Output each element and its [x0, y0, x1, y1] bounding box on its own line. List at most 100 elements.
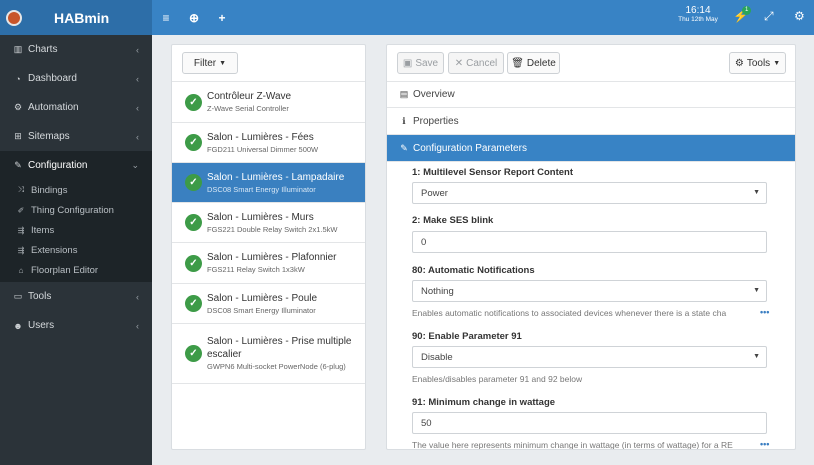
thing-name: Contrôleur Z-Wave	[207, 91, 292, 102]
chevron-left-icon: ‹	[136, 44, 139, 55]
search-icon[interactable]: ⊕	[180, 11, 208, 25]
thing-list-item[interactable]: ✓ Salon - Lumières - Plafonnier FGS211 R…	[172, 242, 365, 283]
users-icon: ☻	[13, 320, 23, 331]
dashboard-icon: ◔	[15, 73, 21, 84]
sidebar-subitem-label: Extensions	[31, 244, 78, 256]
caret-down-icon: ▼	[753, 353, 760, 360]
param-label: 91: Minimum change in wattage	[412, 397, 556, 408]
thing-list-item[interactable]: ✓ Salon - Lumières - Poule DSC08 Smart E…	[172, 283, 365, 323]
sidebar-item-sitemaps[interactable]: ⊞ Sitemaps ‹	[0, 122, 152, 151]
sidebar-subitem-bindings[interactable]: ⤨ Bindings	[0, 180, 152, 200]
check-circle-icon: ✓	[185, 93, 202, 111]
param-2-value: 0	[421, 236, 427, 248]
add-icon[interactable]: +	[208, 11, 236, 25]
thing-list-item[interactable]: ✓ Contrôleur Z-Wave Z-Wave Serial Contro…	[172, 81, 365, 122]
overview-section-header[interactable]: ▤ Overview	[387, 81, 795, 108]
param-label: 1: Multilevel Sensor Report Content	[412, 167, 573, 178]
delete-button[interactable]: 🗑 Delete	[507, 52, 560, 74]
thing-name: Salon - Lumières - Poule	[207, 292, 318, 304]
ellipsis-more-icon[interactable]: •••	[760, 307, 769, 317]
caret-down-icon: ▼	[773, 59, 781, 67]
param-1-value: Power	[421, 187, 448, 199]
brand[interactable]: HABmin	[0, 0, 152, 35]
things-list-panel: Filter ▼ ✓ Contrôleur Z-Wave Z-Wave Seri…	[171, 44, 366, 450]
filter-button[interactable]: Filter ▼	[182, 52, 238, 74]
habmin-logo-icon	[6, 9, 22, 26]
param-label: 90: Enable Parameter 91	[412, 331, 522, 342]
ellipsis-more-icon[interactable]: •••	[760, 439, 769, 449]
hamburger-menu-icon[interactable]: ≡	[152, 11, 180, 25]
sidebar-subitem-floorplan-editor[interactable]: ⌂ Floorplan Editor	[0, 260, 152, 282]
properties-section-header[interactable]: ℹ Properties	[387, 108, 795, 135]
thing-name: Salon - Lumières - Fées	[207, 131, 314, 143]
check-circle-icon: ✓	[185, 254, 202, 272]
cancel-label: Cancel	[466, 57, 498, 69]
wrench-icon: ✎	[400, 142, 408, 153]
thing-list-item-selected[interactable]: ✓ Salon - Lumières - Lampadaire DSC08 Sm…	[172, 162, 365, 202]
magic-icon: ✐	[17, 205, 25, 215]
sidebar-item-charts[interactable]: ▥ Charts ‹	[0, 35, 152, 64]
thing-description: FGS211 Relay Switch 1x3kW	[207, 265, 305, 274]
param-help-text: Enables/disables parameter 91 and 92 bel…	[412, 374, 583, 384]
tools-button[interactable]: ⚙ Tools ▼	[729, 52, 786, 74]
clock: 16:14 Thu 12th May	[675, 5, 721, 23]
clock-date: Thu 12th May	[678, 15, 718, 23]
thing-list-item[interactable]: ✓ Salon - Lumières - Prise multiple esca…	[172, 323, 365, 384]
chevron-left-icon: ‹	[136, 320, 139, 331]
properties-label: Properties	[413, 115, 459, 127]
sidebar-item-tools[interactable]: ▭ Tools ‹	[0, 282, 152, 311]
param-91-input[interactable]: 50	[412, 412, 767, 434]
sidebar-subitem-extensions[interactable]: ⇶ Extensions	[0, 240, 152, 260]
info-icon: ℹ	[402, 115, 406, 126]
param-80-select[interactable]: Nothing ▼	[412, 280, 767, 302]
chevron-left-icon: ‹	[136, 73, 139, 84]
param-2-input[interactable]: 0	[412, 231, 767, 253]
sidebar-item-automation[interactable]: ⚙ Automation ‹	[0, 93, 152, 122]
sidebar-subitem-label: Floorplan Editor	[31, 264, 99, 276]
caret-down-icon: ▼	[753, 287, 760, 294]
thing-list-item[interactable]: ✓ Salon - Lumières - Murs FGS221 Double …	[172, 202, 365, 242]
save-icon: ▣	[402, 57, 413, 69]
param-90-value: Disable	[421, 351, 453, 363]
thing-list-item[interactable]: ✓ Salon - Lumières - Fées FGD211 Univers…	[172, 122, 365, 162]
sidebar-subitem-label: Items	[31, 224, 55, 236]
param-91-value: 50	[421, 417, 432, 429]
signs-icon: ⇶	[17, 225, 25, 235]
param-1-select[interactable]: Power ▼	[412, 182, 767, 204]
sidebar-item-configuration[interactable]: ✎ Configuration ⌄	[0, 151, 152, 180]
thing-detail-panel: ▣ Save ✕ Cancel 🗑 Delete ⚙ Tools ▼ ▤ Ove…	[386, 44, 796, 450]
sidebar-item-users[interactable]: ☻ Users ‹	[0, 311, 152, 340]
book-icon: ▤	[399, 89, 409, 99]
tools-label: Tools	[746, 57, 771, 69]
save-button[interactable]: ▣ Save	[397, 52, 444, 74]
param-help-text: The value here represents minimum change…	[412, 440, 733, 450]
signs-icon: ⇶	[17, 245, 25, 255]
sidebar-subitem-items[interactable]: ⇶ Items	[0, 220, 152, 240]
param-help-text: Enables automatic notifications to assoc…	[412, 308, 727, 318]
sidebar-subitem-thing-configuration[interactable]: ✐ Thing Configuration	[0, 200, 152, 220]
chevron-down-icon: ⌄	[131, 160, 139, 170]
chevron-left-icon: ‹	[136, 131, 139, 142]
thing-description: Z-Wave Serial Controller	[207, 104, 289, 113]
param-80-value: Nothing	[421, 285, 454, 297]
sidebar-item-dashboard[interactable]: ◔ Dashboard ‹	[0, 64, 152, 93]
trash-icon: 🗑	[511, 57, 524, 69]
thing-description: DSC08 Smart Energy Illuminator	[207, 184, 316, 194]
sidebar-item-label: Configuration	[28, 160, 88, 171]
topbar: ≡ ⊕ + 16:14 Thu 12th May ⚡ 1 ⤢ ⚙	[152, 0, 814, 35]
settings-gears-icon[interactable]: ⚙	[794, 9, 805, 23]
gears-icon: ⚙	[13, 102, 23, 112]
configuration-parameters-label: Configuration Parameters	[413, 142, 527, 154]
check-circle-icon: ✓	[185, 134, 202, 151]
fullscreen-icon[interactable]: ⤢	[764, 9, 774, 24]
configuration-parameters-section-header[interactable]: ✎ Configuration Parameters	[387, 135, 795, 162]
clock-time: 16:14	[685, 5, 711, 16]
home-icon: ⌂	[18, 265, 24, 275]
close-icon: ✕	[454, 57, 464, 69]
random-icon: ⤨	[17, 185, 25, 194]
bar-chart-icon: ▥	[13, 44, 23, 54]
cancel-button[interactable]: ✕ Cancel	[448, 52, 504, 74]
wrench-icon: ✎	[14, 160, 22, 170]
sidebar: HABmin ▥ Charts ‹ ◔ Dashboard ‹ ⚙ Automa…	[0, 0, 152, 465]
param-90-select[interactable]: Disable ▼	[412, 346, 767, 368]
